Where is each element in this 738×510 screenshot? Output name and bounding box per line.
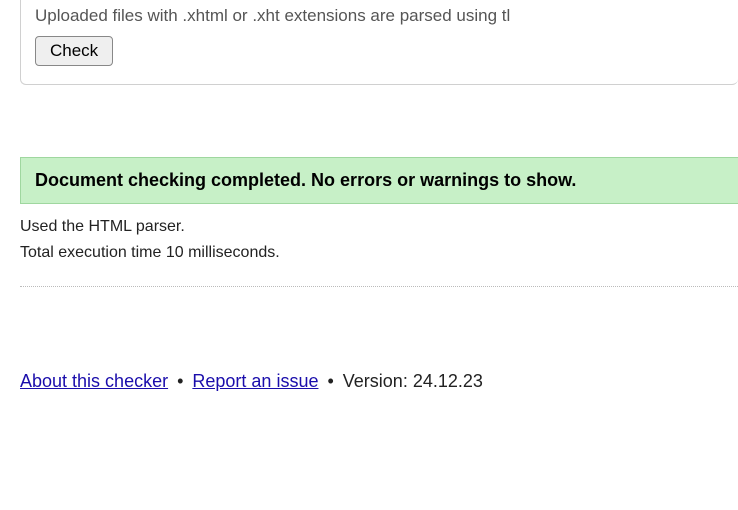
separator: • [322,371,338,391]
upload-panel: Uploaded files with .xhtml or .xht exten… [20,0,738,85]
upload-hint: Uploaded files with .xhtml or .xht exten… [35,6,724,26]
footer: About this checker • Report an issue • V… [20,371,738,392]
separator: • [172,371,188,391]
check-button[interactable]: Check [35,36,113,66]
status-message: Document checking completed. No errors o… [20,157,738,204]
timing-info: Total execution time 10 milliseconds. [20,244,738,262]
report-issue-link[interactable]: Report an issue [192,371,318,391]
about-link[interactable]: About this checker [20,371,168,391]
version-label: Version: 24.12.23 [343,371,483,391]
parser-info: Used the HTML parser. [20,218,738,236]
result-info: Used the HTML parser. Total execution ti… [20,218,738,287]
